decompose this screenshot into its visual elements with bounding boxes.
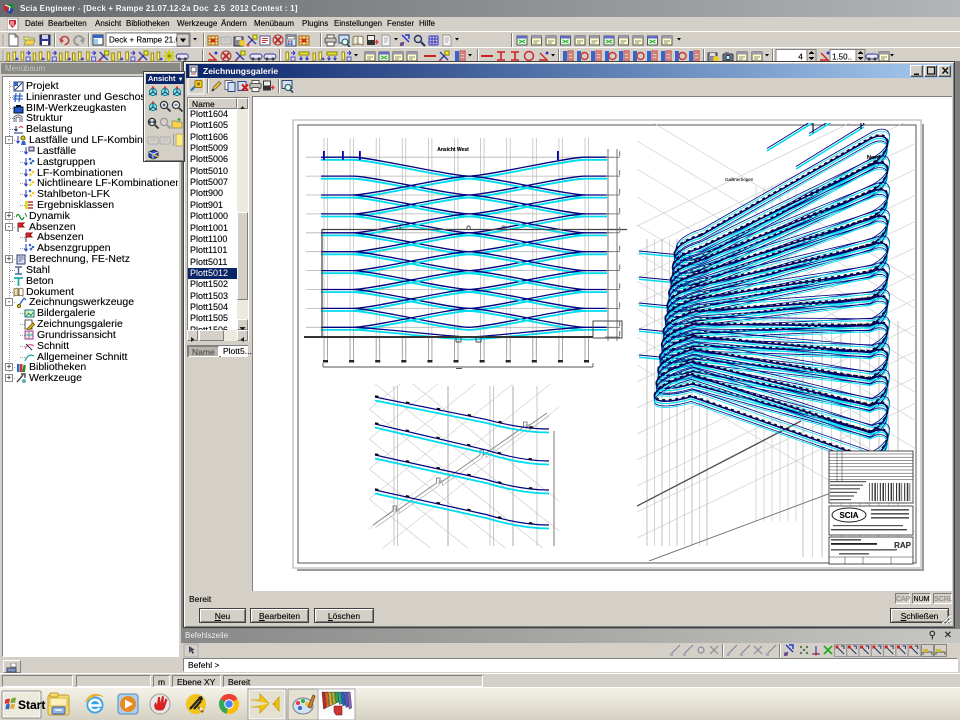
svg-text:4: 4 — [798, 52, 803, 62]
svg-text:Start: Start — [18, 698, 45, 712]
svg-text:RAP: RAP — [894, 541, 912, 550]
svg-text:Ansicht West: Ansicht West — [437, 147, 469, 153]
svg-text:SCIA: SCIA — [839, 511, 858, 520]
svg-text:Gailtnerbogen: Gailtnerbogen — [725, 177, 754, 182]
svg-text:Deck + Rampe 21.07: Deck + Rampe 21.07 — [109, 36, 185, 45]
svg-text:Nord: Nord — [867, 155, 880, 161]
